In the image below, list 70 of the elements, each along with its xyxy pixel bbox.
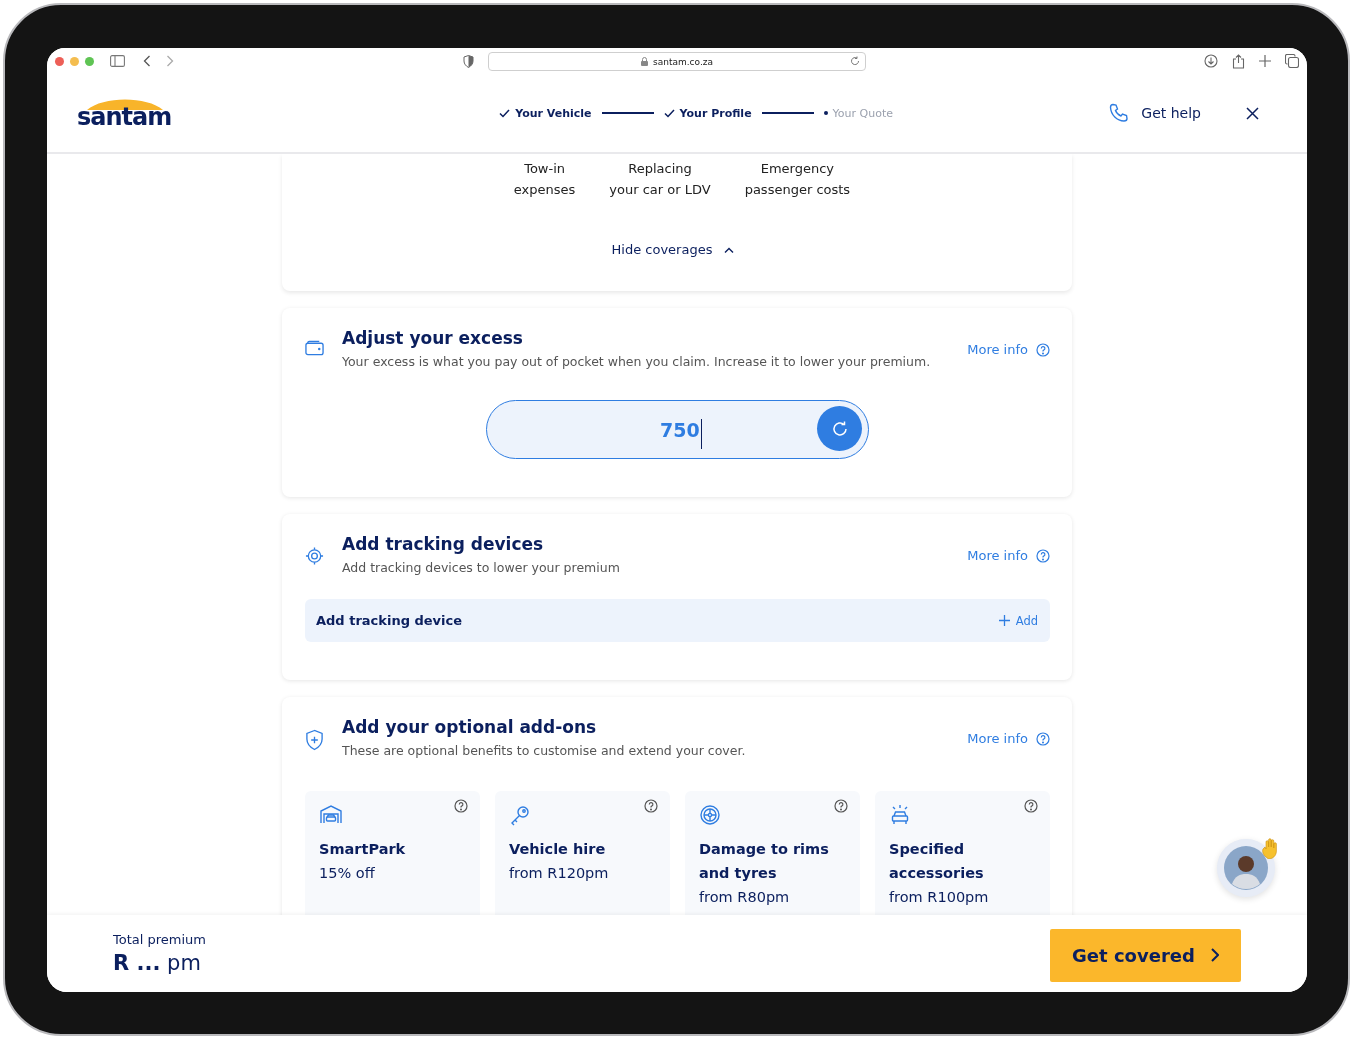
close-window-button[interactable] [55,56,64,66]
help-icon [644,799,658,813]
shield-icon[interactable] [463,55,474,68]
get-covered-button[interactable]: Get covered [1050,928,1241,982]
add-link[interactable]: Add [998,613,1038,628]
section-description: These are optional benefits to customise and extend your cover. [342,743,747,758]
add-on-title: SmartPark [319,840,407,859]
section-title: Add tracking devices [342,534,545,554]
shield-plus-icon [305,729,324,751]
excess-field[interactable]: 750 [486,400,869,459]
phone-icon [1109,103,1130,123]
reload-icon[interactable] [850,56,860,66]
refresh-icon [830,419,849,438]
new-tab-icon[interactable] [1259,55,1271,67]
help-icon [1024,799,1038,813]
row-label: Add tracking device [316,613,463,628]
help-icon [1036,548,1050,563]
car-icon [889,804,911,826]
help-icon [834,799,848,813]
coverage-label: Tow-in expenses [513,160,576,199]
sidebar-icon[interactable] [110,55,125,67]
help-icon [454,799,468,813]
more-info-link[interactable]: More info [967,731,1050,746]
wheel-icon [699,804,721,826]
avatar[interactable] [1217,839,1275,897]
add-on-price: 15% off [319,864,376,883]
add-on-price: from R100pm [889,888,990,907]
plus-icon [998,615,1010,626]
refresh-button[interactable] [817,406,862,451]
download-icon[interactable] [1204,54,1218,68]
lock-icon [641,57,648,66]
key-icon [509,804,531,826]
help-icon [1036,342,1050,357]
section-title: Add your optional add-ons [342,717,598,737]
santam-logo: santam [75,94,176,132]
step-label: Your Quote [832,106,894,120]
add-on-card[interactable]: Vehicle hire from R120pm [495,791,670,915]
check-icon [499,108,511,118]
garage-icon [319,804,343,824]
step-label: Your Profile [679,106,752,120]
more-info-link[interactable]: More info [967,548,1050,563]
add-on-card[interactable]: Specified accessories from R100pm [875,791,1050,915]
add-on-card[interactable]: SmartPark 15% off [305,791,480,915]
help-icon [1036,731,1050,746]
check-icon [663,108,675,118]
bullet-icon [823,111,828,115]
hide-coverages-toggle[interactable]: Hide coverages [611,242,735,257]
total-premium-label: Total premium [113,932,206,947]
section-description: Add tracking devices to lower your premium [342,560,621,575]
tabs-icon[interactable] [1285,54,1299,68]
more-info-link[interactable]: More info [967,342,1050,357]
section-title: Adjust your excess [342,328,524,348]
add-on-price: from R80pm [699,888,791,907]
address-field[interactable]: santam.co.za [488,52,866,71]
back-icon[interactable] [143,55,151,67]
premium-amount: R ... pm [113,951,202,975]
add-on-card[interactable]: Damage to rims and tyres from R80pm [685,791,860,915]
add-on-title: Vehicle hire [509,840,607,859]
coverage-label: Emergency passenger costs [744,160,851,199]
share-icon[interactable] [1232,53,1245,69]
step-label: Your Vehicle [515,106,592,120]
coverage-label: Replacing your car or LDV [609,160,711,199]
target-icon [305,546,324,566]
close-icon[interactable] [1246,106,1259,120]
section-description: Your excess is what you pay out of pocket when you claim. Increase it to lower your premium. [342,354,932,369]
get-help-link[interactable]: Get help [1109,103,1201,123]
wallet-icon [305,340,324,356]
add-on-price: from R120pm [509,864,610,883]
chevron-right-icon [1210,948,1219,962]
chevron-up-icon [724,246,735,253]
